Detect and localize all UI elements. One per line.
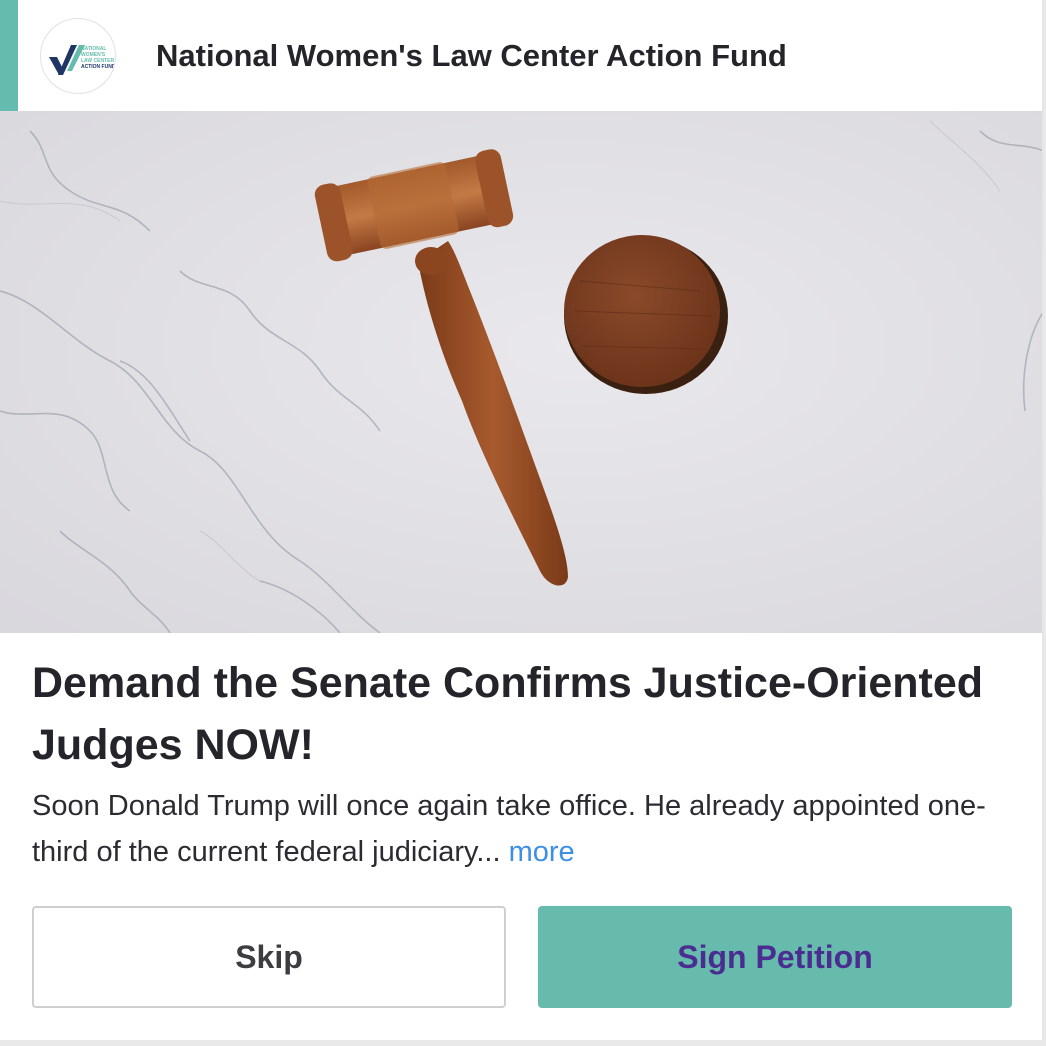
org-logo-icon: NATIONAL WOMEN'S LAW CENTER ACTION FUND [40, 18, 116, 94]
card-accent-bar [0, 0, 18, 111]
petition-description: Soon Donald Trump will once again take o… [32, 783, 1012, 875]
gavel-photo [0, 111, 1042, 633]
hero-image [0, 111, 1042, 633]
skip-button[interactable]: Skip [32, 906, 506, 1008]
card-header: NATIONAL WOMEN'S LAW CENTER ACTION FUND … [18, 0, 1042, 111]
logo-graphic: NATIONAL WOMEN'S LAW CENTER ACTION FUND [49, 45, 116, 75]
petition-title: Demand the Senate Confirms Justice-Orien… [32, 659, 983, 769]
more-link[interactable]: more [509, 836, 575, 868]
sign-petition-button[interactable]: Sign Petition [538, 906, 1012, 1008]
org-name: National Women's Law Center Action Fund [156, 38, 787, 73]
petition-card: NATIONAL WOMEN'S LAW CENTER ACTION FUND … [0, 0, 1044, 1040]
logo-line-4: ACTION FUND [81, 64, 116, 70]
